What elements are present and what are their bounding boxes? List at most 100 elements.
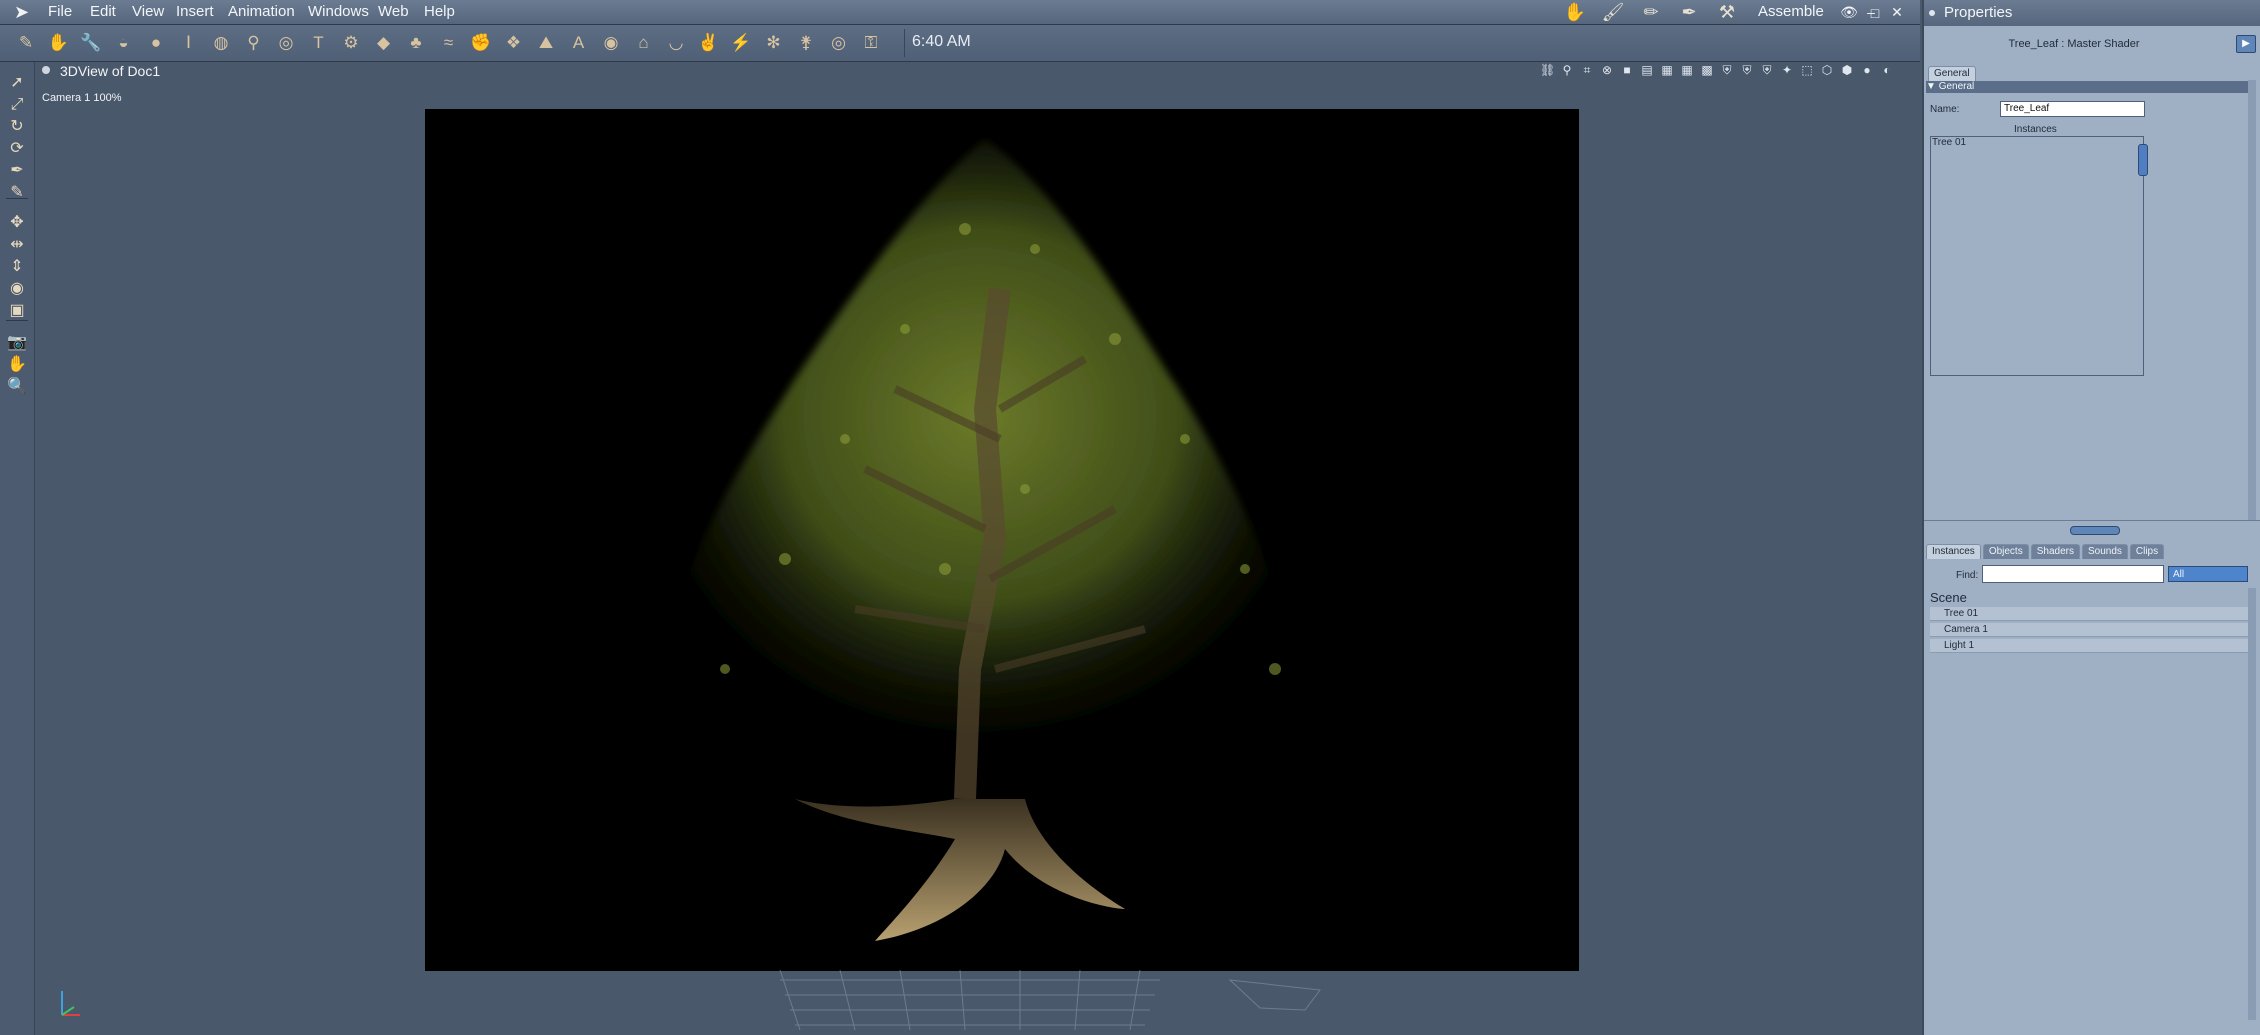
list-item[interactable]: Tree 01 bbox=[1932, 137, 1966, 148]
grid-icon[interactable]: ⌗ bbox=[1580, 62, 1594, 78]
instances-list[interactable] bbox=[1930, 136, 2144, 376]
globe-icon[interactable]: ◍ bbox=[207, 29, 235, 57]
scene-header: Scene bbox=[1930, 590, 1967, 605]
column-icon[interactable]: Ⅰ bbox=[175, 29, 203, 57]
render-frame[interactable] bbox=[425, 109, 1579, 971]
wrench-icon[interactable]: ⚒ bbox=[1712, 1, 1742, 23]
section-general[interactable]: ▼ General bbox=[1926, 81, 2248, 93]
clock: 6:40 AM bbox=[912, 33, 971, 50]
eye-icon[interactable]: 👁 bbox=[1840, 3, 1858, 21]
properties-subtitle: Tree_Leaf : Master Shader bbox=[2008, 38, 2140, 50]
link-icon[interactable]: ⛓ bbox=[1540, 62, 1555, 78]
shield-icon[interactable]: ⛨ bbox=[1760, 62, 1774, 78]
terrain-icon[interactable]: ⛰ bbox=[532, 29, 560, 57]
find-label: Find: bbox=[1956, 570, 1979, 581]
tab-general[interactable]: General bbox=[1928, 66, 1976, 81]
stick-figure-icon[interactable]: ⚵ bbox=[792, 29, 820, 57]
cube-shaded-icon[interactable]: ⬢ bbox=[1840, 62, 1854, 78]
menu-edit[interactable]: Edit bbox=[86, 3, 120, 21]
hand-pose-icon[interactable]: ✊ bbox=[467, 29, 495, 57]
properties-title: Properties bbox=[1944, 4, 2013, 21]
four-view-icon[interactable]: ▦ bbox=[1680, 62, 1694, 78]
scrollbar[interactable] bbox=[2248, 588, 2256, 1020]
toolbar-buttons: ✎ ✋ 🔧 ◒ ● Ⅰ ◍ ⚲ ◎ T ⚙ ◆ ♣ ≈ ✊ ❖ ⛰ A ◉ ⌂ ◡ ✌ ⚡ ✻ ⚵ ◎ ⚿ bbox=[0, 25, 900, 61]
single-view-icon[interactable]: ■ bbox=[1620, 62, 1634, 78]
cube-icon[interactable]: ⬡ bbox=[1820, 62, 1834, 78]
ground-grid bbox=[779, 970, 1321, 1030]
menu-insert[interactable]: Insert bbox=[172, 3, 218, 21]
hand-icon[interactable]: ✋ bbox=[1560, 1, 1590, 23]
pin-icon[interactable]: ⚲ bbox=[1560, 62, 1574, 78]
find-input[interactable] bbox=[1982, 565, 2164, 583]
bridge-icon[interactable]: ◒ bbox=[110, 29, 138, 57]
menu-animation[interactable]: Animation bbox=[224, 3, 299, 21]
cluster-icon[interactable]: ❖ bbox=[500, 29, 528, 57]
torus-icon[interactable]: ◎ bbox=[272, 29, 300, 57]
panel-menu-button[interactable]: ▶ bbox=[2236, 35, 2256, 53]
house-icon[interactable]: ⌂ bbox=[630, 29, 658, 57]
pin-icon[interactable] bbox=[1929, 10, 1935, 16]
tab-objects[interactable]: Objects bbox=[1982, 544, 2029, 559]
shield-icon[interactable]: ⛨ bbox=[1720, 62, 1734, 78]
glove-icon[interactable]: ✌ bbox=[695, 29, 723, 57]
tab-instances[interactable]: Instances bbox=[1926, 544, 1981, 559]
tool-separator bbox=[6, 320, 28, 321]
menu-view[interactable]: View bbox=[128, 3, 168, 21]
name-label: Name: bbox=[1930, 104, 1960, 115]
sphere-icon[interactable]: ● bbox=[142, 29, 170, 57]
collapse-triangle-icon[interactable]: ▼ bbox=[1926, 81, 1936, 92]
plane-icon[interactable]: ◆ bbox=[370, 29, 398, 57]
shield-icon[interactable]: ⛨ bbox=[1740, 62, 1754, 78]
name-field[interactable]: Tree_Leaf bbox=[2000, 101, 2145, 117]
two-view-icon[interactable]: ▤ bbox=[1640, 62, 1654, 78]
target-icon[interactable]: ⊗ bbox=[1600, 62, 1614, 78]
quad-view-icon[interactable]: ▩ bbox=[1700, 62, 1714, 78]
zoom-icon[interactable]: 🔍 bbox=[4, 374, 30, 400]
app-logo-icon[interactable]: ➤ bbox=[14, 2, 36, 22]
filter-select[interactable]: All bbox=[2168, 566, 2248, 582]
bowl-icon[interactable]: ◡ bbox=[662, 29, 690, 57]
close-icon[interactable]: ✕ bbox=[1888, 3, 1906, 21]
agi-icon[interactable]: A bbox=[565, 29, 593, 57]
paint-tool-icon[interactable]: ✎ bbox=[4, 180, 30, 206]
wrench-icon[interactable]: 🔧 bbox=[77, 29, 105, 57]
target-icon[interactable]: ◎ bbox=[825, 29, 853, 57]
pencil-icon[interactable]: ✏ bbox=[1636, 1, 1666, 23]
compass-icon[interactable]: ✦ bbox=[1780, 62, 1794, 78]
drape-icon[interactable]: ≈ bbox=[435, 29, 463, 57]
tree-icon[interactable]: ♣ bbox=[402, 29, 430, 57]
pen-icon[interactable]: ✒ bbox=[1674, 1, 1704, 23]
paint-icon[interactable]: ✎ bbox=[12, 29, 40, 57]
hand-icon[interactable]: ✋ bbox=[45, 29, 73, 57]
bone-icon[interactable]: ⚲ bbox=[240, 29, 268, 57]
text-t-icon[interactable]: T bbox=[305, 29, 333, 57]
library-tabs: Instances Objects Shaders Sounds Clips bbox=[1926, 544, 2165, 560]
menu-help[interactable]: Help bbox=[420, 3, 459, 21]
scene-item[interactable]: Camera 1 bbox=[1930, 623, 2248, 637]
splitter-handle[interactable] bbox=[2070, 526, 2120, 535]
donut-icon[interactable]: ◉ bbox=[597, 29, 625, 57]
workspace-name[interactable]: Assemble bbox=[1758, 3, 1824, 20]
menu-web[interactable]: Web bbox=[374, 3, 413, 21]
scrollbar[interactable] bbox=[2248, 80, 2256, 520]
key-icon[interactable]: ⚿ bbox=[857, 29, 885, 57]
scene-item[interactable]: Light 1 bbox=[1930, 639, 2248, 653]
filter-select-value: All bbox=[2173, 569, 2185, 580]
brush-icon[interactable]: 🖌 bbox=[1598, 1, 1628, 23]
bug-icon[interactable]: ✻ bbox=[760, 29, 788, 57]
maximize-icon[interactable]: □ bbox=[1866, 4, 1884, 22]
pin-icon[interactable] bbox=[42, 66, 50, 74]
three-view-icon[interactable]: ▦ bbox=[1660, 62, 1674, 78]
sphere-white-icon[interactable]: ● bbox=[1860, 62, 1874, 78]
sphere-gray-icon[interactable]: ◐ bbox=[1880, 62, 1894, 78]
tab-clips[interactable]: Clips bbox=[2129, 544, 2165, 559]
menu-windows[interactable]: Windows bbox=[304, 3, 373, 21]
gear-icon[interactable]: ⚙ bbox=[337, 29, 365, 57]
scene-item[interactable]: Tree 01 bbox=[1930, 607, 2248, 621]
menu-file[interactable]: File bbox=[44, 3, 76, 21]
scrollbar-thumb[interactable] bbox=[2138, 144, 2148, 176]
dotted-box-icon[interactable]: ⬚ bbox=[1800, 62, 1814, 78]
wand-icon[interactable]: ⚡ bbox=[727, 29, 755, 57]
tab-sounds[interactable]: Sounds bbox=[2081, 544, 2128, 559]
tab-shaders[interactable]: Shaders bbox=[2030, 544, 2080, 559]
